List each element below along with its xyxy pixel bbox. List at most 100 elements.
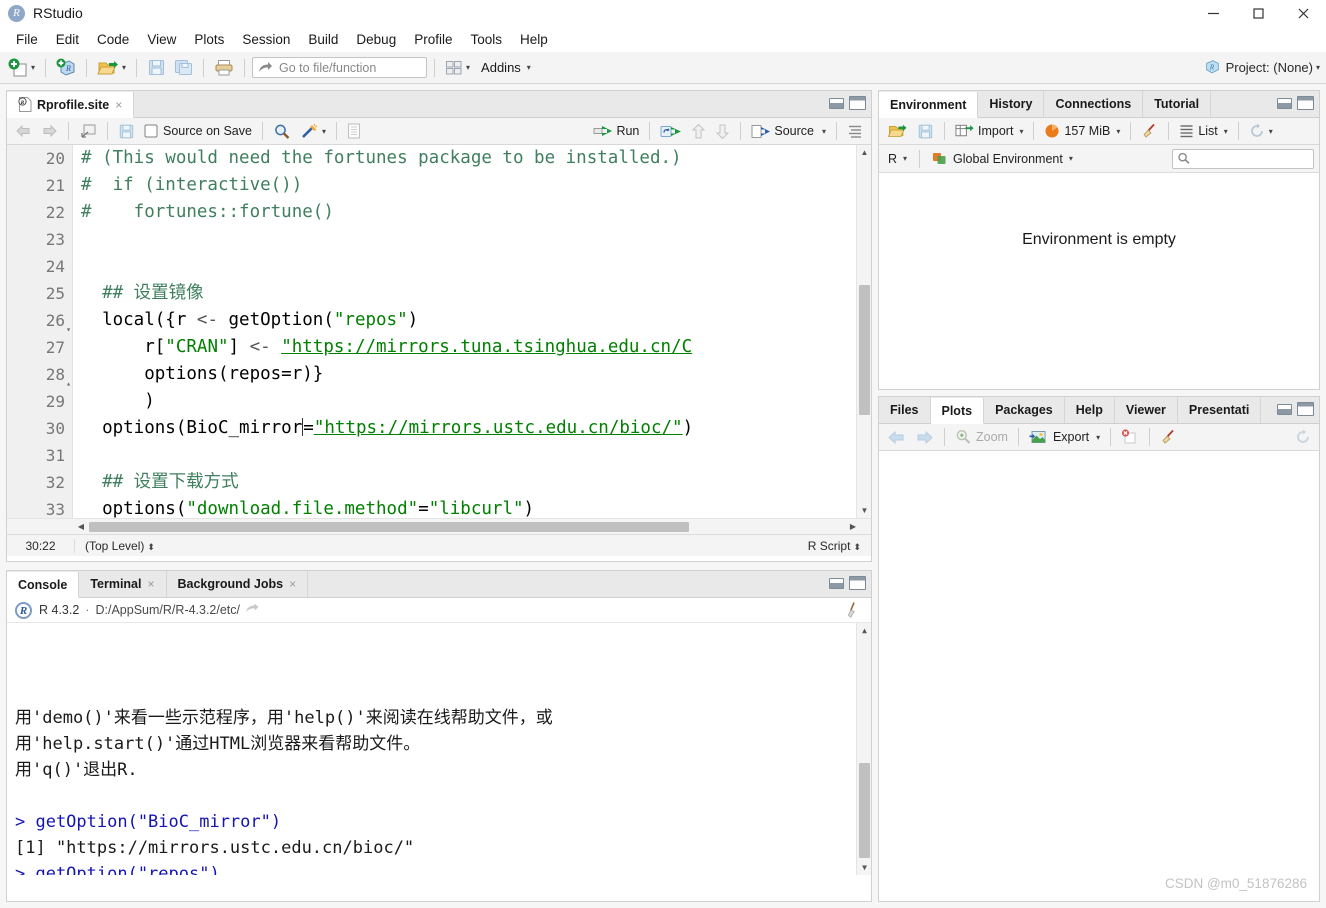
code-editor[interactable]: 20212223242526▾2728▴293031323334 # (This… — [7, 145, 871, 518]
console-vertical-scrollbar[interactable]: ▲ ▼ — [856, 623, 871, 875]
broom-icon[interactable] — [842, 600, 864, 623]
tab-connections[interactable]: Connections — [1044, 91, 1144, 117]
code-line[interactable]: local({r <- getOption("repos") — [73, 307, 871, 334]
menu-view[interactable]: View — [138, 29, 185, 50]
find-replace-icon[interactable] — [269, 120, 295, 142]
code-line[interactable]: ## 设置下载方式 — [73, 469, 871, 496]
plot-display-area[interactable]: CSDN @m0_51876286 — [879, 451, 1319, 899]
maximize-button[interactable] — [1236, 0, 1281, 26]
tab-history[interactable]: History — [978, 91, 1045, 117]
maximize-pane-icon[interactable] — [849, 576, 866, 590]
next-plot-button[interactable] — [911, 426, 938, 448]
load-workspace-button[interactable] — [883, 120, 912, 142]
goto-file-function-input[interactable]: Go to file/function — [252, 57, 428, 78]
addins-button[interactable]: Addins ▾ — [475, 56, 534, 80]
import-dataset-button[interactable]: Import ▾ — [951, 120, 1027, 142]
zoom-plot-button[interactable]: Zoom — [951, 426, 1012, 448]
editor-vertical-scrollbar[interactable]: ▲ ▼ — [856, 145, 871, 518]
code-line[interactable]: # fortunes::fortune() — [73, 199, 871, 226]
environment-scope-selector[interactable]: Global Environment ▾ — [928, 148, 1077, 170]
code-line[interactable]: options(repos=r)} — [73, 361, 871, 388]
menu-debug[interactable]: Debug — [347, 29, 405, 50]
view-mode-button[interactable]: List ▾ — [1175, 120, 1231, 142]
code-line[interactable] — [73, 253, 871, 280]
new-project-button[interactable]: R — [53, 56, 79, 80]
code-line[interactable]: # (This would need the fortunes package … — [73, 145, 871, 172]
scroll-down-icon[interactable]: ▼ — [857, 860, 871, 875]
project-indicator[interactable]: R Project: (None) ▾ — [1203, 58, 1320, 76]
menu-tools[interactable]: Tools — [461, 29, 511, 50]
minimize-pane-icon[interactable] — [1277, 403, 1292, 415]
open-in-new-window-icon[interactable] — [245, 602, 260, 618]
re-run-icon[interactable] — [656, 120, 686, 142]
new-file-button[interactable]: ▾ — [5, 56, 38, 80]
minimize-button[interactable] — [1191, 0, 1236, 26]
tab-console[interactable]: Console — [7, 572, 80, 598]
tab-viewer[interactable]: Viewer — [1115, 397, 1178, 423]
menu-file[interactable]: File — [7, 29, 47, 50]
code-line[interactable]: # if (interactive()) — [73, 172, 871, 199]
next-chunk-icon[interactable] — [711, 120, 734, 142]
source-button[interactable]: Source ▾ — [747, 120, 830, 142]
scroll-right-icon[interactable]: ▶ — [845, 519, 861, 535]
code-line[interactable]: options("download.file.method"="libcurl"… — [73, 496, 871, 518]
tab-background-jobs[interactable]: Background Jobs × — [167, 571, 309, 597]
source-on-save-checkbox[interactable]: Source on Save — [140, 120, 256, 142]
scrollbar-thumb[interactable] — [859, 763, 870, 858]
scrollbar-thumb[interactable] — [859, 285, 870, 415]
remove-plot-button[interactable] — [1117, 426, 1143, 448]
maximize-pane-icon[interactable] — [1297, 96, 1314, 110]
previous-chunk-icon[interactable] — [687, 120, 710, 142]
menu-profile[interactable]: Profile — [405, 29, 461, 50]
close-icon[interactable]: × — [147, 577, 154, 591]
compile-report-icon[interactable] — [343, 120, 365, 142]
run-button[interactable]: Run — [589, 120, 643, 142]
code-line[interactable]: ) — [73, 388, 871, 415]
close-button[interactable] — [1281, 0, 1326, 26]
editor-horizontal-scrollbar[interactable]: ◀ ▶ — [7, 518, 871, 534]
menu-edit[interactable]: Edit — [47, 29, 88, 50]
save-all-button[interactable] — [171, 56, 196, 80]
code-line[interactable] — [73, 226, 871, 253]
forward-arrow-icon[interactable] — [37, 120, 62, 142]
menu-code[interactable]: Code — [88, 29, 138, 50]
back-arrow-icon[interactable] — [11, 120, 36, 142]
menu-plots[interactable]: Plots — [185, 29, 233, 50]
menu-session[interactable]: Session — [233, 29, 299, 50]
save-button[interactable] — [114, 120, 139, 142]
language-selector[interactable]: R ▾ — [884, 148, 911, 170]
maximize-pane-icon[interactable] — [849, 96, 866, 110]
code-text-area[interactable]: # (This would need the fortunes package … — [73, 145, 871, 518]
code-line[interactable] — [73, 442, 871, 469]
menu-help[interactable]: Help — [511, 29, 557, 50]
code-line[interactable]: options(BioC_mirror="https://mirrors.ust… — [73, 415, 871, 442]
save-workspace-button[interactable] — [913, 120, 938, 142]
tab-tutorial[interactable]: Tutorial — [1143, 91, 1212, 117]
tab-files[interactable]: Files — [879, 397, 931, 423]
tab-presentation[interactable]: Presentati — [1178, 397, 1262, 423]
tab-terminal[interactable]: Terminal × — [79, 571, 167, 597]
scrollbar-thumb[interactable] — [89, 522, 689, 532]
refresh-plot-button[interactable] — [1291, 426, 1315, 448]
refresh-button[interactable]: ▾ — [1245, 120, 1277, 142]
environment-search-input[interactable] — [1172, 148, 1314, 169]
tab-plots[interactable]: Plots — [930, 398, 985, 424]
menu-build[interactable]: Build — [299, 29, 347, 50]
tab-help[interactable]: Help — [1065, 397, 1115, 423]
close-icon[interactable]: × — [289, 577, 296, 591]
open-file-button[interactable]: ▾ — [94, 56, 129, 80]
console-output[interactable]: ▲ ▼ 用'demo()'来看一些示范程序，用'help()'来阅读在线帮助文件… — [7, 623, 871, 875]
minimize-pane-icon[interactable] — [829, 577, 844, 589]
scroll-down-icon[interactable]: ▼ — [857, 503, 871, 518]
print-button[interactable] — [211, 56, 237, 80]
maximize-pane-icon[interactable] — [1297, 402, 1314, 416]
scroll-left-icon[interactable]: ◀ — [73, 519, 89, 535]
pane-layout-button[interactable]: ▾ — [442, 56, 473, 80]
scroll-up-icon[interactable]: ▲ — [857, 145, 871, 160]
scroll-up-icon[interactable]: ▲ — [857, 623, 871, 638]
clear-objects-button[interactable] — [1137, 120, 1162, 142]
show-in-new-window-icon[interactable] — [75, 120, 101, 142]
previous-plot-button[interactable] — [883, 426, 910, 448]
minimize-pane-icon[interactable] — [829, 97, 844, 109]
code-tools-icon[interactable]: ▾ — [296, 120, 330, 142]
